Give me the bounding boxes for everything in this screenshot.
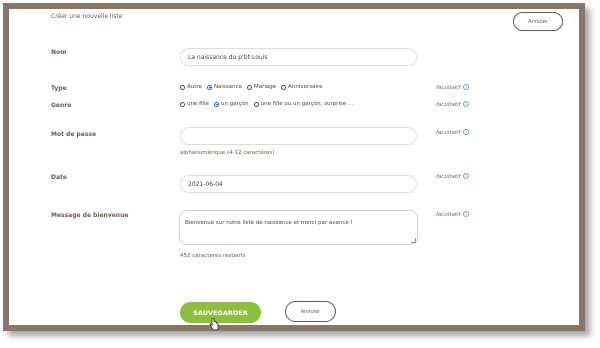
message-label: Message de bienvenue bbox=[51, 212, 129, 219]
radio-button-checked[interactable] bbox=[214, 101, 220, 107]
radio-button[interactable] bbox=[253, 101, 259, 107]
date-optional-hint: facultatif bbox=[436, 174, 461, 180]
date-input[interactable]: 2021-06-04 bbox=[180, 175, 417, 193]
password-help-text: alphanumérique (4-12 caractères) bbox=[180, 150, 275, 156]
resize-handle-icon[interactable] bbox=[411, 238, 416, 243]
page-title: Créer une nouvelle liste bbox=[51, 13, 123, 20]
password-optional-hint: facultatif bbox=[436, 130, 461, 136]
gender-radio-group: une fille un garçon une fille ou un garç… bbox=[180, 101, 358, 107]
radio-button[interactable] bbox=[281, 84, 287, 90]
type-optional-hint: facultatif bbox=[436, 85, 461, 91]
date-label: Date bbox=[51, 174, 67, 181]
password-label: Mot de passe bbox=[51, 131, 97, 138]
info-icon[interactable]: i bbox=[463, 173, 469, 179]
type-label: Type bbox=[51, 85, 67, 92]
hand-pointer-icon bbox=[209, 318, 219, 331]
password-input[interactable] bbox=[180, 127, 417, 145]
type-option-autre[interactable]: Autre bbox=[180, 84, 202, 90]
message-optional-hint: facultatif bbox=[436, 212, 461, 218]
gender-optional-hint: facultatif bbox=[436, 102, 461, 108]
radio-button-checked[interactable] bbox=[206, 84, 212, 90]
radio-button[interactable] bbox=[246, 84, 252, 90]
name-input[interactable]: La naissance du p'tit Louis bbox=[180, 48, 417, 66]
header-cancel-button[interactable]: Annuler bbox=[513, 12, 563, 31]
type-option-naissance[interactable]: Naissance bbox=[206, 84, 242, 90]
gender-option-fille[interactable]: une fille bbox=[180, 101, 209, 107]
footer-cancel-button[interactable]: Annuler bbox=[285, 301, 336, 322]
message-text: Bienvenue sur notre liste de naissance e… bbox=[185, 220, 353, 226]
radio-button[interactable] bbox=[180, 101, 185, 107]
gender-option-surprise[interactable]: une fille ou un garçon, surprise ... bbox=[253, 101, 353, 107]
info-icon[interactable]: i bbox=[463, 129, 469, 135]
message-textarea[interactable]: Bienvenue sur notre liste de naissance e… bbox=[179, 210, 418, 245]
type-radio-group: Autre Naissance Mariage Anniversaire bbox=[180, 84, 328, 90]
message-remaining-count: 452 caracteres restants bbox=[180, 253, 246, 259]
gender-option-garcon[interactable]: un garçon bbox=[214, 101, 249, 107]
info-icon[interactable]: i bbox=[463, 84, 469, 90]
save-button[interactable]: SAUVEGARDER bbox=[180, 302, 261, 323]
type-option-anniversaire[interactable]: Anniversaire bbox=[281, 84, 323, 90]
radio-button[interactable] bbox=[180, 84, 185, 90]
name-label: Nom bbox=[51, 49, 67, 56]
type-option-mariage[interactable]: Mariage bbox=[246, 84, 276, 90]
info-icon[interactable]: i bbox=[463, 211, 469, 217]
gender-label: Genre bbox=[51, 102, 72, 109]
info-icon[interactable]: i bbox=[463, 101, 469, 107]
